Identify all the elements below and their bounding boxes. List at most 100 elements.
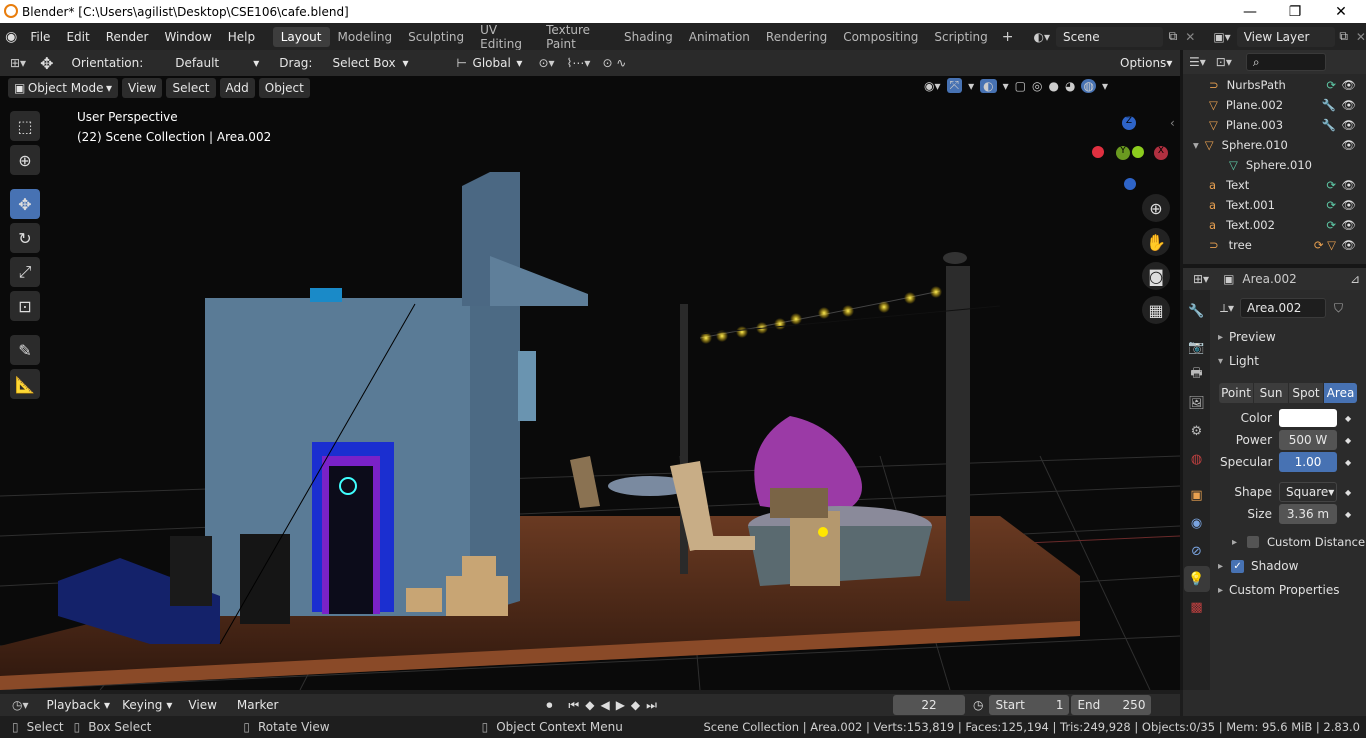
pin-icon[interactable]: ⊿ bbox=[1350, 272, 1360, 286]
tab-layout[interactable]: Layout bbox=[272, 26, 330, 47]
light-panel-header[interactable]: ▾ Light bbox=[1218, 354, 1259, 368]
tab-uv-editing[interactable]: UV Editing bbox=[472, 20, 538, 54]
eye-icon[interactable]: 👁 bbox=[1341, 198, 1356, 212]
view-menu[interactable]: View bbox=[122, 78, 163, 98]
eye-icon[interactable]: 👁 bbox=[1341, 178, 1356, 192]
camera-view-icon[interactable]: ◙ bbox=[1142, 262, 1170, 290]
gizmo-x-axis[interactable]: X bbox=[1154, 146, 1168, 160]
rendered-shading-icon[interactable]: ◍ bbox=[1081, 78, 1096, 93]
play-icon[interactable]: ▶ bbox=[616, 698, 625, 712]
timeline-view-menu[interactable]: View bbox=[182, 695, 223, 715]
select-menu[interactable]: Select bbox=[166, 78, 216, 98]
texture-tab-icon[interactable]: ▩ bbox=[1184, 594, 1210, 620]
next-keyframe-icon[interactable]: ◆ bbox=[631, 698, 640, 712]
properties-editor-icon[interactable]: ⊞▾ bbox=[1193, 272, 1209, 286]
gizmo-y-axis[interactable]: Y bbox=[1116, 146, 1130, 160]
light-data-name-field[interactable]: Area.002 bbox=[1240, 298, 1327, 318]
output-tab-icon[interactable]: 🖶 bbox=[1184, 362, 1210, 388]
material-shading-icon[interactable]: ◕ bbox=[1065, 79, 1075, 93]
select-box-tool-icon[interactable]: ⬚ bbox=[10, 111, 40, 141]
proportional-edit-icon[interactable]: ⊙ ∿ bbox=[602, 56, 626, 70]
close-button[interactable]: ✕ bbox=[1318, 0, 1364, 23]
light-type-sun[interactable]: Sun bbox=[1254, 383, 1288, 403]
specular-field[interactable]: 1.00 bbox=[1279, 452, 1337, 472]
scene-tab-icon[interactable]: ⚙ bbox=[1184, 418, 1210, 444]
custom-properties-header[interactable]: ▸ Custom Properties bbox=[1218, 583, 1339, 597]
menu-edit[interactable]: Edit bbox=[58, 30, 97, 44]
tab-compositing[interactable]: Compositing bbox=[835, 27, 926, 47]
list-item[interactable]: a Text.002 ⟳ 👁 bbox=[1183, 215, 1366, 235]
light-type-point[interactable]: Point bbox=[1219, 383, 1253, 403]
jump-start-icon[interactable]: ⏮ bbox=[568, 698, 579, 713]
orientation-dropdown[interactable]: Default ▾ bbox=[169, 53, 266, 73]
annotate-tool-icon[interactable]: ✎ bbox=[10, 335, 40, 365]
eye-icon[interactable]: 👁 bbox=[1341, 218, 1356, 232]
list-item[interactable]: ⊃ NurbsPath ⟳ 👁 bbox=[1183, 75, 1366, 95]
list-item[interactable]: ▾ ▽ Sphere.010 👁 bbox=[1183, 135, 1366, 155]
blender-menu-icon[interactable]: ◉ bbox=[0, 29, 22, 45]
size-field[interactable]: 3.36 m bbox=[1279, 504, 1337, 524]
shadow-panel-header[interactable]: ▸ ✓ Shadow bbox=[1218, 559, 1298, 573]
gizmo-x-neg[interactable] bbox=[1092, 146, 1104, 158]
playback-menu[interactable]: Playback ▾ bbox=[40, 695, 117, 715]
list-item[interactable]: ▽ Sphere.010 bbox=[1183, 155, 1366, 175]
3d-viewport[interactable]: ▣ Object Mode ▾ View Select Add Object ◉▾ … bbox=[0, 76, 1180, 690]
tab-animation[interactable]: Animation bbox=[681, 27, 758, 47]
tab-scripting[interactable]: Scripting bbox=[926, 27, 995, 47]
snap-icon[interactable]: ⌇⋯▾ bbox=[567, 56, 591, 70]
tool-tab-icon[interactable]: 🔧 bbox=[1184, 298, 1210, 324]
animate-dot-icon[interactable]: ◆ bbox=[1345, 488, 1351, 497]
eye-icon[interactable]: 👁 bbox=[1341, 138, 1356, 152]
physics-tab-icon[interactable]: ◉ bbox=[1184, 510, 1210, 536]
fake-user-shield-icon[interactable]: ⛉ bbox=[1334, 301, 1343, 316]
view-layer-tab-icon[interactable]: 🖼 bbox=[1184, 390, 1210, 416]
timeline-editor-icon[interactable]: ◷▾ bbox=[12, 698, 29, 712]
object-mode-dropdown[interactable]: ▣ Object Mode ▾ bbox=[8, 78, 118, 98]
navigation-gizmo[interactable]: Z Y X bbox=[1092, 116, 1172, 190]
expand-arrow-icon[interactable]: ▾ bbox=[1193, 138, 1199, 152]
preview-panel-header[interactable]: ▸ Preview bbox=[1218, 330, 1276, 344]
delete-scene-icon[interactable]: ✕ bbox=[1185, 30, 1195, 44]
tab-texture-paint[interactable]: Texture Paint bbox=[538, 20, 616, 54]
overlay-toggle-icon[interactable]: ◐ bbox=[980, 78, 997, 93]
shadow-checkbox[interactable]: ✓ bbox=[1231, 559, 1245, 573]
add-menu[interactable]: Add bbox=[219, 78, 255, 98]
scale-tool-icon[interactable]: ⤢ bbox=[10, 257, 40, 287]
custom-distance-checkbox[interactable] bbox=[1247, 536, 1260, 548]
animate-dot-icon[interactable]: ◆ bbox=[1345, 510, 1351, 519]
outliner-search-input[interactable]: ⌕ bbox=[1245, 53, 1326, 71]
world-tab-icon[interactable]: ◍ bbox=[1184, 446, 1210, 472]
eye-icon[interactable]: 👁 bbox=[1341, 78, 1356, 92]
menu-help[interactable]: Help bbox=[220, 30, 263, 44]
list-item[interactable]: ⊃ tree ⟳ ▽ 👁 bbox=[1183, 235, 1366, 255]
record-icon[interactable]: ⏺ bbox=[546, 698, 552, 713]
gizmo-z-axis[interactable]: Z bbox=[1122, 116, 1136, 130]
eye-icon[interactable]: 👁 bbox=[1341, 238, 1356, 252]
menu-window[interactable]: Window bbox=[156, 30, 219, 44]
play-reverse-icon[interactable]: ◀ bbox=[600, 698, 609, 712]
tab-sculpting[interactable]: Sculpting bbox=[400, 27, 472, 47]
view-layer-icon[interactable]: ▣▾ bbox=[1213, 30, 1230, 44]
render-tab-icon[interactable]: 📷 bbox=[1184, 334, 1210, 360]
prev-keyframe-icon[interactable]: ◆ bbox=[585, 698, 594, 712]
animate-dot-icon[interactable]: ◆ bbox=[1345, 436, 1351, 445]
editor-type-icon[interactable]: ⊞▾ bbox=[10, 56, 26, 70]
eye-icon[interactable]: 👁 bbox=[1341, 98, 1356, 112]
transform-orientation-dropdown[interactable]: ⊢ Global ▾ bbox=[450, 53, 529, 73]
tab-rendering[interactable]: Rendering bbox=[758, 27, 835, 47]
measure-tool-icon[interactable]: 📐 bbox=[10, 369, 40, 399]
view-layer-field[interactable]: View Layer bbox=[1236, 26, 1336, 47]
object-menu[interactable]: Object bbox=[258, 78, 310, 98]
wireframe-shading-icon[interactable]: ◎ bbox=[1032, 79, 1042, 93]
start-frame-field[interactable]: Start 1 bbox=[989, 695, 1070, 715]
pivot-icon[interactable]: ⊙▾ bbox=[538, 56, 554, 70]
scene-name-field[interactable]: Scene bbox=[1056, 26, 1163, 47]
end-frame-field[interactable]: End 250 bbox=[1071, 695, 1152, 715]
current-frame-field[interactable]: 22 bbox=[892, 695, 965, 715]
zoom-icon[interactable]: ⊕ bbox=[1142, 194, 1170, 222]
list-item[interactable]: ▽ Plane.002 🔧 👁 bbox=[1183, 95, 1366, 115]
tab-modeling[interactable]: Modeling bbox=[330, 27, 401, 47]
clock-icon[interactable]: ◷ bbox=[973, 698, 983, 712]
solid-shading-icon[interactable]: ● bbox=[1048, 79, 1058, 93]
pan-hand-icon[interactable]: ✋ bbox=[1142, 228, 1170, 256]
